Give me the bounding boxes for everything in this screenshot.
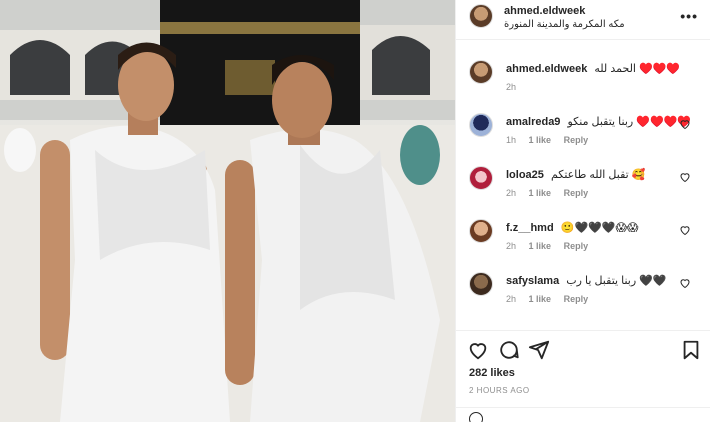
- photo-scene: [0, 0, 455, 422]
- post-timestamp: 2 HOURS AGO: [469, 386, 530, 395]
- avatar[interactable]: [469, 60, 493, 84]
- add-comment-bar[interactable]: [456, 407, 710, 422]
- avatar[interactable]: [469, 166, 493, 190]
- caption: ahmed.eldweek الحمد لله ♥️♥️♥️ 2h: [456, 60, 710, 110]
- comment-likes[interactable]: 1 like: [529, 294, 552, 304]
- comment-text: ربنا يتقبل منكو ♥️♥️♥️♥️: [567, 116, 692, 128]
- comment-time: 1h: [506, 135, 517, 145]
- comment-text: ربنا يتقبل يا رب 🖤🖤: [566, 275, 667, 287]
- heart-icon[interactable]: [679, 224, 691, 236]
- post-header: ahmed.eldweek مكه المكرمة والمدينة المنو…: [456, 0, 710, 40]
- heart-icon[interactable]: [679, 277, 691, 289]
- comment-time: 2h: [506, 294, 517, 304]
- post-username[interactable]: ahmed.eldweek: [504, 5, 585, 17]
- list-item: loloa25 تقبل الله طاعتكم 🥰 2h 1 like Rep…: [456, 166, 710, 216]
- comment-likes[interactable]: 1 like: [529, 241, 552, 251]
- reply-button[interactable]: Reply: [564, 241, 589, 251]
- comment-text: 🙂🖤🖤🖤😱😱: [560, 222, 639, 234]
- heart-icon[interactable]: [467, 339, 489, 361]
- reply-button[interactable]: Reply: [564, 135, 589, 145]
- comment-username[interactable]: safyslama: [506, 275, 559, 287]
- emoji-icon[interactable]: [469, 412, 483, 422]
- list-item: amalreda9 ربنا يتقبل منكو ♥️♥️♥️♥️ 1h 1 …: [456, 113, 710, 163]
- reply-button[interactable]: Reply: [564, 188, 589, 198]
- share-icon[interactable]: [528, 339, 550, 361]
- list-item: safyslama ربنا يتقبل يا رب 🖤🖤 2h 1 like …: [456, 272, 710, 322]
- post-actions: 282 likes 2 HOURS AGO: [456, 330, 710, 422]
- heart-icon[interactable]: [679, 118, 691, 130]
- heart-icon[interactable]: [679, 171, 691, 183]
- caption-time: 2h: [506, 82, 517, 92]
- comment-username[interactable]: f.z__hmd: [506, 222, 554, 234]
- avatar[interactable]: [469, 113, 493, 137]
- comment-time: 2h: [506, 188, 517, 198]
- avatar[interactable]: [469, 4, 493, 28]
- likes-count[interactable]: 282 likes: [469, 367, 515, 379]
- caption-text: الحمد لله ♥️♥️♥️: [594, 63, 681, 75]
- comment-likes[interactable]: 1 like: [529, 188, 552, 198]
- bookmark-icon[interactable]: [680, 339, 702, 361]
- post-photo[interactable]: [0, 0, 455, 422]
- avatar[interactable]: [469, 272, 493, 296]
- comment-time: 2h: [506, 241, 517, 251]
- comment-likes[interactable]: 1 like: [529, 135, 552, 145]
- comment-text: تقبل الله طاعتكم 🥰: [550, 169, 646, 181]
- comment-username[interactable]: amalreda9: [506, 116, 560, 128]
- more-dots-icon[interactable]: •••: [680, 8, 698, 24]
- comment-icon[interactable]: [498, 339, 520, 361]
- post-panel: ahmed.eldweek مكه المكرمة والمدينة المنو…: [455, 0, 710, 422]
- reply-button[interactable]: Reply: [564, 294, 589, 304]
- post-location[interactable]: مكه المكرمة والمدينة المنورة: [504, 19, 625, 30]
- avatar[interactable]: [469, 219, 493, 243]
- list-item: f.z__hmd 🙂🖤🖤🖤😱😱 2h 1 like Reply: [456, 219, 710, 269]
- comment-username[interactable]: loloa25: [506, 169, 544, 181]
- caption-username[interactable]: ahmed.eldweek: [506, 63, 587, 75]
